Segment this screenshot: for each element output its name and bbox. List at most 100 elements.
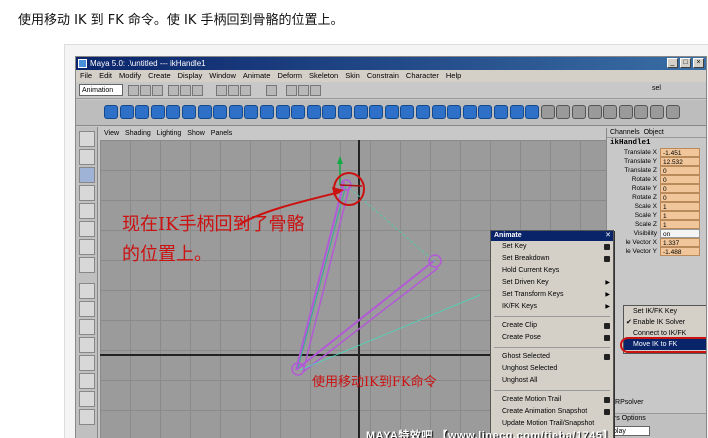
shelf-render-view-icon[interactable] [618, 105, 633, 119]
channel-value-field[interactable]: 0 [660, 166, 700, 175]
option-box-icon[interactable] [604, 323, 610, 329]
shelf-poly-plane-icon[interactable] [384, 105, 399, 119]
snap-curve-icon[interactable] [228, 85, 239, 96]
menu-item-set-transform-keys[interactable]: Set Transform Keys ▶ [491, 289, 613, 301]
shelf-clapboard-icon[interactable] [603, 105, 618, 119]
shelf-poly-cylinder-icon[interactable] [353, 105, 368, 119]
panel-menu-show[interactable]: Show [187, 130, 205, 137]
layer-display-select[interactable]: play [610, 426, 650, 436]
shelf-attach-icon[interactable] [556, 105, 571, 119]
menu-item-hold-current-keys[interactable]: Hold Current Keys [491, 265, 613, 277]
move-tool-icon[interactable] [79, 167, 95, 183]
shelf-graph-editor-icon[interactable] [650, 105, 664, 119]
channel-tab-channels[interactable]: Channels [610, 129, 640, 136]
shelf-loft-icon[interactable] [525, 105, 540, 119]
new-scene-icon[interactable] [128, 85, 139, 96]
menu-display[interactable]: Display [178, 71, 203, 80]
menu-window[interactable]: Window [209, 71, 236, 80]
menu-character[interactable]: Character [406, 71, 439, 80]
menu-create[interactable]: Create [148, 71, 171, 80]
open-scene-icon[interactable] [140, 85, 151, 96]
menu-item-ghost-selected[interactable]: Ghost Selected [491, 351, 613, 363]
menu-item-ik-fk-keys[interactable]: IK/FK Keys ▶ [491, 301, 613, 313]
shelf-camera-icon[interactable] [416, 105, 430, 119]
shelf-nurbs-cone-icon[interactable] [275, 105, 290, 119]
option-box-icon[interactable] [604, 335, 610, 341]
menu-item-unghost-all[interactable]: Unghost All [491, 375, 613, 387]
shelf-extrude-icon[interactable] [509, 105, 524, 119]
menu-set-select[interactable]: Animation [79, 84, 123, 96]
menu-deform[interactable]: Deform [277, 71, 302, 80]
panel-menu-lighting[interactable]: Lighting [157, 130, 182, 137]
history-icon[interactable] [266, 85, 277, 96]
layer-editor-tabs[interactable]: ers Options [607, 414, 706, 424]
persp-graph-layout-icon[interactable] [79, 337, 95, 353]
shelf-sphere-icon[interactable] [104, 105, 118, 119]
menu-file[interactable]: File [80, 71, 92, 80]
shelf-circle-icon[interactable] [197, 105, 212, 119]
rotate-tool-icon[interactable] [79, 185, 95, 201]
shelf-poly-torus-icon[interactable] [400, 105, 415, 119]
shelf-torus-icon[interactable] [182, 105, 196, 119]
shelf-dir-light-icon[interactable] [462, 105, 477, 119]
menu-item-create-animation-snapshot[interactable]: Create Animation Snapshot [491, 406, 613, 418]
shelf-nurbs-sphere-icon[interactable] [228, 105, 243, 119]
option-box-icon[interactable] [604, 397, 610, 403]
maximize-button[interactable]: □ [680, 58, 691, 68]
shelf-point-light-icon[interactable] [447, 105, 462, 119]
menu-close-icon[interactable]: ✕ [605, 231, 611, 241]
shelf-plane-icon[interactable] [166, 105, 181, 119]
select-hierarchy-icon[interactable] [168, 85, 179, 96]
graph-editor-layout-icon[interactable] [79, 409, 95, 425]
channel-value-field[interactable]: 0 [660, 175, 700, 184]
snap-point-icon[interactable] [240, 85, 251, 96]
select-object-icon[interactable] [180, 85, 191, 96]
submenu-item-enable-ik-solver[interactable]: ✔ Enable IK Solver [624, 317, 706, 328]
menu-help[interactable]: Help [446, 71, 461, 80]
menu-modify[interactable]: Modify [119, 71, 141, 80]
select-tool-icon[interactable] [79, 131, 95, 147]
shelf-bevel-icon[interactable] [494, 105, 508, 119]
shelf-cone-icon[interactable] [150, 105, 165, 119]
channel-value-field[interactable]: -1.488 [660, 247, 700, 256]
persp-outliner-layout-icon[interactable] [79, 355, 95, 371]
menu-item-unghost-selected[interactable]: Unghost Selected [491, 363, 613, 375]
channel-value-field[interactable]: 1 [660, 202, 700, 211]
menu-animate[interactable]: Animate [243, 71, 271, 80]
outliner-layout-icon[interactable] [79, 391, 95, 407]
shelf-square-icon[interactable] [213, 105, 228, 119]
shelf-rebuild-icon[interactable] [587, 105, 602, 119]
shelf-cube-icon[interactable] [119, 105, 134, 119]
soft-mod-tool-icon[interactable] [79, 239, 95, 255]
shelf-nurbs-cylinder-icon[interactable] [260, 105, 274, 119]
shelf-nurbs-cube-icon[interactable] [244, 105, 259, 119]
select-component-icon[interactable] [192, 85, 203, 96]
channel-value-field[interactable]: 1 [660, 220, 700, 229]
menu-skeleton[interactable]: Skeleton [309, 71, 338, 80]
single-view-layout-icon[interactable] [79, 283, 95, 299]
render-globals-icon[interactable] [310, 85, 321, 96]
shelf-poly-cube-icon[interactable] [338, 105, 352, 119]
save-scene-icon[interactable] [152, 85, 163, 96]
channel-value-field[interactable]: 12.532 [660, 157, 700, 166]
menu-item-set-key[interactable]: Set Key [491, 241, 613, 253]
shelf-nurbs-torus-icon[interactable] [306, 105, 321, 119]
snap-grid-icon[interactable] [216, 85, 227, 96]
channel-value-field[interactable]: -1.451 [660, 148, 700, 157]
shelf-ambient-light-icon[interactable] [478, 105, 493, 119]
channel-value-field[interactable]: 1 [660, 211, 700, 220]
channel-value-field[interactable]: on [660, 229, 700, 238]
render-icon[interactable] [286, 85, 297, 96]
option-box-icon[interactable] [604, 409, 610, 415]
shelf-detach-icon[interactable] [572, 105, 586, 119]
panel-menu-panels[interactable]: Panels [211, 130, 232, 137]
menu-item-create-motion-trail[interactable]: Create Motion Trail [491, 394, 613, 406]
menu-item-create-clip[interactable]: Create Clip [491, 320, 613, 332]
ipr-render-icon[interactable] [298, 85, 309, 96]
shelf-nurbs-plane-icon[interactable] [291, 105, 306, 119]
shelf-dope-sheet-icon[interactable] [665, 105, 680, 119]
menu-edit[interactable]: Edit [99, 71, 112, 80]
manipulator-tool-icon[interactable] [79, 221, 95, 237]
shelf-poly-sphere-icon[interactable] [322, 105, 337, 119]
lasso-tool-icon[interactable] [79, 149, 95, 165]
